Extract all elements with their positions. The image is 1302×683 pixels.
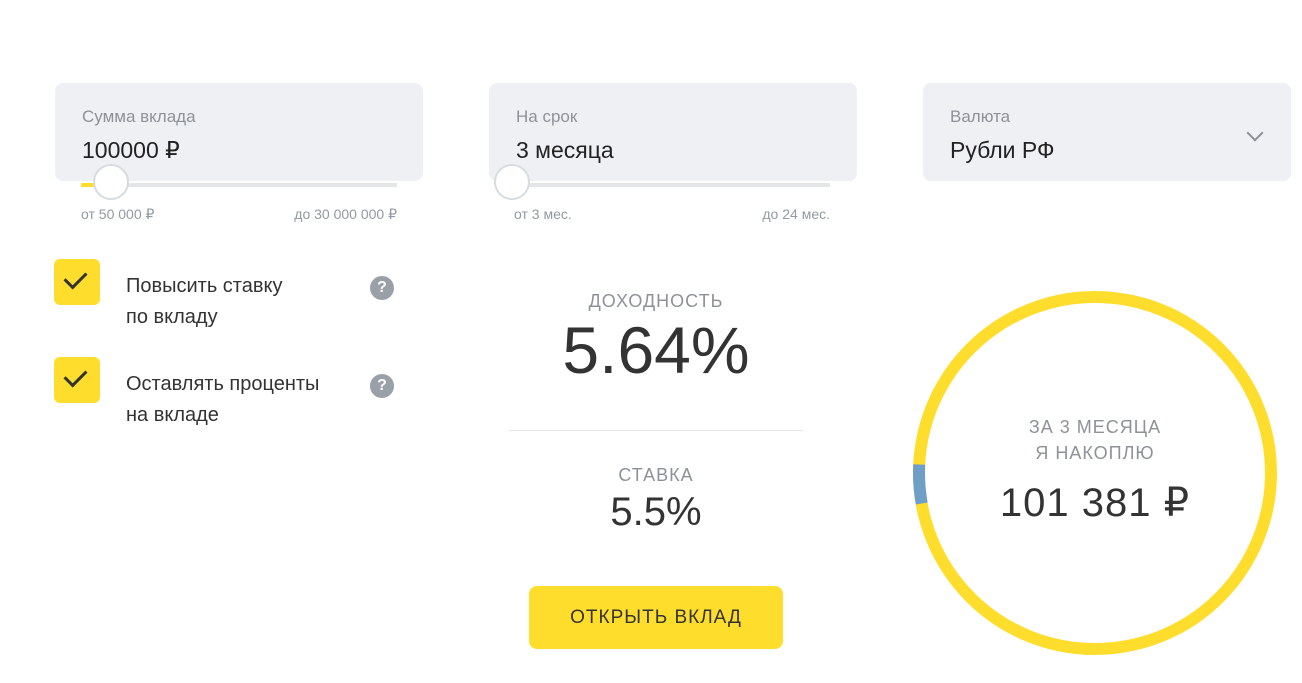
term-max-label: до 24 мес. — [762, 206, 830, 222]
help-icon[interactable]: ? — [370, 276, 394, 300]
savings-caption: ЗА 3 МЕСЯЦА Я НАКОПЛЮ — [913, 414, 1277, 466]
amount-slider[interactable] — [81, 164, 397, 205]
amount-slider-thumb[interactable] — [93, 164, 129, 200]
results-divider — [509, 430, 803, 431]
help-icon[interactable]: ? — [370, 374, 394, 398]
term-field[interactable]: На срок 3 месяца — [489, 83, 857, 181]
yield-value: 5.64% — [562, 313, 750, 387]
amount-label: Сумма вклада — [82, 107, 196, 126]
term-min-label: от 3 мес. — [514, 206, 572, 222]
savings-ring — [913, 291, 1277, 655]
keep-interest-label-line1: Оставлять проценты — [126, 373, 320, 395]
term-slider-track — [514, 183, 830, 187]
ring-principal-arc — [913, 291, 1277, 655]
amount-value[interactable]: 100000 ₽ — [82, 137, 180, 164]
raise-rate-label[interactable]: Повысить ставку по вкладу — [126, 271, 282, 333]
currency-value: Рубли РФ — [950, 137, 1055, 163]
open-deposit-button[interactable]: ОТКРЫТЬ ВКЛАД — [529, 586, 783, 649]
amount-max-label: до 30 000 000 ₽ — [294, 206, 397, 222]
savings-value: 101 381 ₽ — [999, 481, 1191, 525]
keep-interest-label[interactable]: Оставлять проценты на вкладе — [126, 369, 319, 431]
rate-value: 5.5% — [610, 490, 702, 534]
checkmark-icon — [63, 363, 88, 388]
term-slider[interactable] — [494, 164, 830, 205]
term-value[interactable]: 3 месяца — [516, 137, 614, 164]
checkmark-icon — [63, 265, 88, 290]
rate-caption: СТАВКА — [618, 465, 694, 485]
raise-rate-label-line1: Повысить ставку — [126, 275, 283, 297]
raise-rate-checkbox[interactable] — [54, 259, 100, 305]
raise-rate-label-line2: по вкладу — [126, 306, 218, 328]
keep-interest-label-line2: на вкладе — [126, 404, 219, 426]
term-slider-thumb[interactable] — [494, 164, 530, 200]
keep-interest-checkbox[interactable] — [54, 357, 100, 403]
currency-select[interactable]: Валюта Рубли РФ — [923, 83, 1291, 181]
chevron-down-icon[interactable] — [1246, 124, 1264, 142]
currency-label: Валюта — [950, 107, 1011, 126]
savings-caption-line2: Я НАКОПЛЮ — [1035, 443, 1155, 463]
amount-min-label: от 50 000 ₽ — [81, 206, 155, 222]
yield-caption: ДОХОДНОСТЬ — [588, 291, 724, 311]
term-label: На срок — [516, 107, 578, 126]
savings-caption-line1: ЗА 3 МЕСЯЦА — [1028, 417, 1162, 437]
